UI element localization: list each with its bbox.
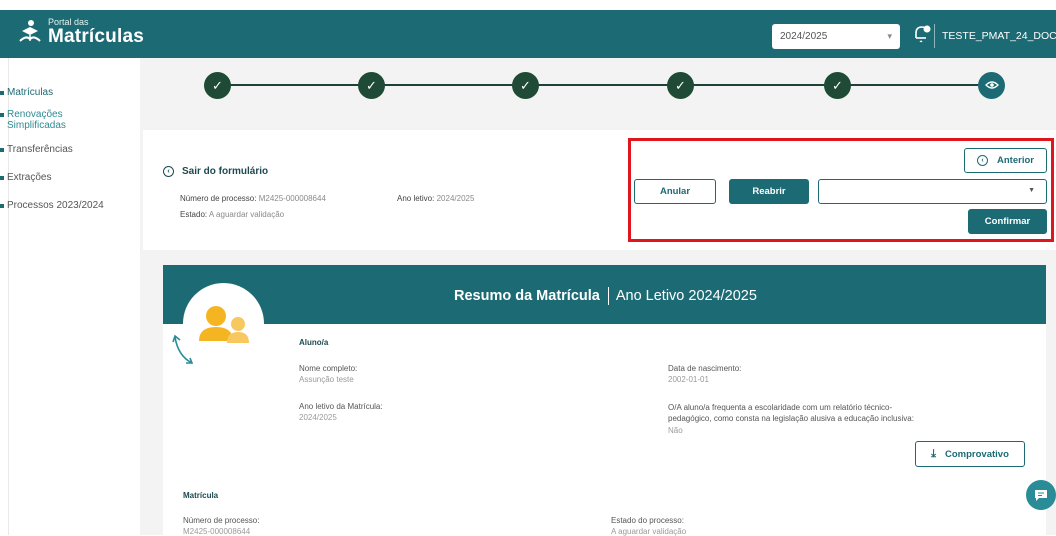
enroll-year-label: Ano letivo da Matrícula: — [299, 402, 383, 411]
step-2[interactable]: ✓ — [358, 72, 385, 99]
full-name-label: Nome completo: — [299, 364, 358, 373]
avatar — [183, 283, 264, 364]
process-number-meta: Número de processo: M2425-000008644 — [180, 194, 326, 203]
school-year-select[interactable]: 2024/2025 ▾ — [772, 24, 900, 49]
check-icon: ✓ — [832, 77, 843, 93]
reopen-button[interactable]: Reabrir — [729, 179, 809, 204]
chevron-down-icon: ▾ — [887, 31, 892, 41]
logo-big-text: Matrículas — [48, 26, 144, 47]
chevron-left-icon: ‹ — [163, 166, 174, 177]
inclusive-education-text: O/A aluno/a frequenta a escolaridade com… — [668, 403, 914, 423]
eye-icon — [984, 78, 999, 93]
proof-label: Comprovativo — [945, 448, 1009, 460]
swap-arrows-icon — [172, 334, 194, 366]
sidebar-item-renovacoes[interactable]: Renovações Simplificadas — [0, 109, 87, 131]
download-icon: ⤓ — [931, 447, 936, 460]
check-icon: ✓ — [520, 77, 531, 93]
sidebar-bullet — [0, 176, 4, 180]
step-4[interactable]: ✓ — [667, 72, 694, 99]
inclusive-education-value: Não — [668, 426, 683, 435]
enroll-year-value: 2024/2025 — [299, 413, 337, 422]
portal-logo[interactable]: Portal das Matrículas — [18, 18, 144, 46]
check-icon: ✓ — [366, 77, 377, 93]
chevron-down-icon: ▼ — [1028, 187, 1035, 194]
school-year-value: 2024/2025 — [436, 194, 475, 203]
step-1[interactable]: ✓ — [204, 72, 231, 99]
people-icon — [199, 306, 249, 343]
summary-title: Resumo da Matrícula Ano Letivo 2024/2025 — [454, 287, 757, 305]
step-6-current[interactable] — [978, 72, 1005, 99]
sidebar-item-label: Transferências — [7, 144, 73, 155]
step-5[interactable]: ✓ — [824, 72, 851, 99]
school-year-meta: Ano letivo: 2024/2025 — [397, 194, 474, 203]
cancel-button[interactable]: Anular — [634, 179, 716, 204]
school-year-value: 2024/2025 — [780, 31, 828, 42]
top-header: Portal das Matrículas 2024/2025 ▾ TESTE_… — [0, 10, 1056, 58]
title-separator — [607, 287, 609, 305]
stepper-line — [218, 84, 998, 86]
process-number-label: Número de processo: — [180, 194, 257, 203]
proof-download-button[interactable]: ⤓ Comprovativo — [915, 441, 1025, 467]
sidebar-item-processos[interactable]: Processos 2023/2024 — [0, 200, 104, 211]
step-3[interactable]: ✓ — [512, 72, 539, 99]
enrollment-section-title: Matrícula — [183, 491, 219, 500]
check-icon: ✓ — [212, 77, 223, 93]
sidebar-item-matriculas[interactable]: Matrículas — [0, 87, 53, 98]
process-state-label: Estado do processo: — [611, 516, 684, 525]
birth-date-label: Data de nascimento: — [668, 364, 742, 373]
chat-button[interactable] — [1026, 480, 1056, 510]
process-number-value: M2425-000008644 — [258, 194, 326, 203]
summary-year-text: Ano Letivo 2024/2025 — [615, 288, 757, 304]
chat-icon — [1035, 489, 1047, 501]
exit-form-label: Sair do formulário — [182, 166, 269, 177]
previous-button[interactable]: ‹ Anterior — [964, 148, 1047, 173]
sidebar-item-extracoes[interactable]: Extrações — [0, 172, 51, 183]
sidebar-item-label: Matrículas — [7, 87, 54, 98]
sidebar-item-label: Renovações Simplificadas — [7, 109, 66, 131]
user-menu[interactable]: TESTE_PMAT_24_DOC1 — [942, 30, 1056, 42]
state-value: A aguardar validação — [208, 210, 285, 219]
sidebar-item-label: Processos 2023/2024 — [7, 200, 104, 211]
sidebar-bullet — [0, 91, 4, 95]
birth-date-value: 2002-01-01 — [668, 375, 709, 384]
confirm-button[interactable]: Confirmar — [968, 209, 1047, 234]
notification-bell-icon[interactable] — [913, 24, 931, 44]
student-section-title: Aluno/a — [299, 338, 329, 347]
sidebar-bullet — [0, 113, 4, 117]
sidebar-item-transferencias[interactable]: Transferências — [0, 144, 73, 155]
reopen-label: Reabrir — [752, 186, 786, 197]
cancel-label: Anular — [659, 186, 691, 197]
sidebar-bullet — [0, 204, 4, 208]
sidebar-item-label: Extrações — [7, 172, 52, 183]
header-divider — [934, 24, 935, 48]
state-meta: Estado: A aguardar validação — [180, 210, 284, 219]
chevron-left-icon: ‹ — [977, 155, 989, 166]
confirm-label: Confirmar — [984, 216, 1031, 227]
check-icon: ✓ — [675, 77, 686, 93]
school-year-label: Ano letivo: — [397, 194, 435, 203]
full-name-value: Assunção teste — [299, 375, 354, 384]
process-number-label-2: Número de processo: — [183, 516, 260, 525]
exit-form-link[interactable]: ‹ Sair do formulário — [163, 166, 268, 177]
state-label: Estado: — [180, 210, 208, 219]
summary-title-text: Resumo da Matrícula — [454, 288, 600, 304]
previous-label: Anterior — [997, 155, 1034, 166]
action-select[interactable]: ▼ — [818, 179, 1047, 204]
logo-icon — [18, 19, 42, 45]
sidebar-bullet — [0, 148, 4, 152]
